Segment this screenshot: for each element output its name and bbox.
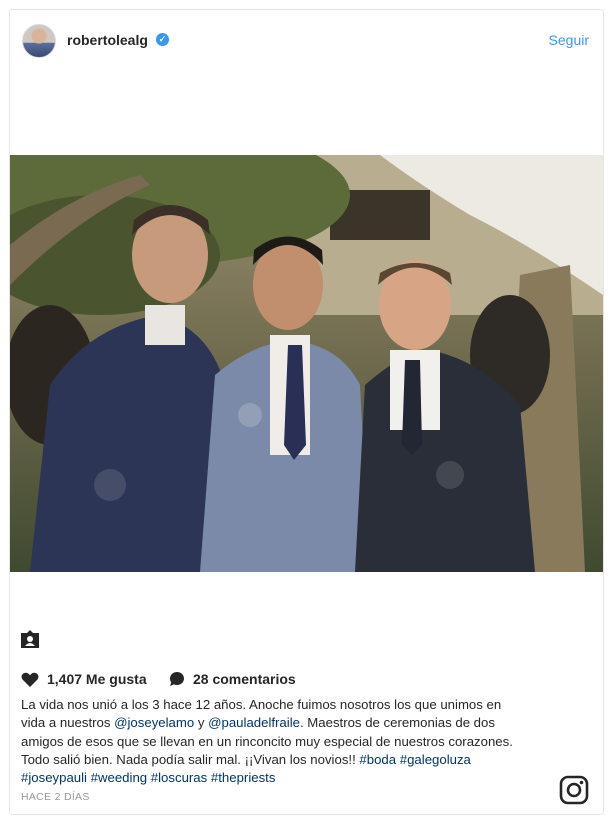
hashtag-link[interactable]: #thepriests: [211, 770, 276, 785]
post-photo[interactable]: [10, 155, 603, 572]
caption-line: #joseypauli #weeding #loscuras #thepries…: [21, 769, 581, 787]
photo-illustration: [10, 155, 603, 572]
comments-count[interactable]: 28 comentarios: [193, 671, 296, 687]
follow-button[interactable]: Seguir: [549, 32, 589, 48]
likes-count[interactable]: 1,407 Me gusta: [47, 671, 147, 687]
mention-link[interactable]: @pauladelfraile: [208, 715, 300, 730]
caption-line: Todo salió bien. Nada podía salir mal. ¡…: [21, 751, 581, 769]
caption-text: Todo salió bien. Nada podía salir mal. ¡…: [21, 751, 360, 767]
hashtag-link[interactable]: #weeding: [91, 770, 147, 785]
post-card: robertolealg ✓ Seguir 1,407 Me gusta 28 …: [9, 9, 604, 815]
post-timestamp[interactable]: HACE 2 DÍAS: [21, 791, 90, 803]
caption-text: . Maestros de ceremonias de dos: [299, 715, 495, 731]
username-link[interactable]: robertolealg: [67, 32, 148, 48]
caption-line: La vida nos unió a los 3 hace 12 años. A…: [21, 697, 502, 712]
instagram-logo-icon[interactable]: [559, 775, 589, 805]
heart-icon[interactable]: [21, 671, 39, 688]
post-header: robertolealg ✓ Seguir: [10, 10, 603, 70]
post-caption: La vida nos unió a los 3 hace 12 años. A…: [21, 696, 581, 787]
hashtag-link[interactable]: #galegoluza: [400, 752, 471, 767]
user-tag-icon[interactable]: [19, 628, 41, 650]
caption-line: amigos de esos que se llevan en un rinco…: [21, 733, 513, 749]
post-actions: 1,407 Me gusta 28 comentarios: [21, 670, 591, 690]
hashtag-link[interactable]: #boda: [359, 752, 396, 767]
comment-icon[interactable]: [169, 671, 185, 687]
caption-line: vida a nuestros @joseyelamo y @pauladelf…: [21, 714, 581, 732]
caption-text: y: [194, 715, 209, 731]
hashtag-link[interactable]: #loscuras: [151, 770, 207, 785]
avatar[interactable]: [22, 24, 56, 58]
mention-link[interactable]: @joseyelamo: [114, 715, 194, 730]
caption-text: vida a nuestros: [21, 715, 115, 731]
verified-badge-icon: ✓: [156, 33, 169, 46]
hashtag-link[interactable]: #joseypauli: [21, 770, 87, 785]
